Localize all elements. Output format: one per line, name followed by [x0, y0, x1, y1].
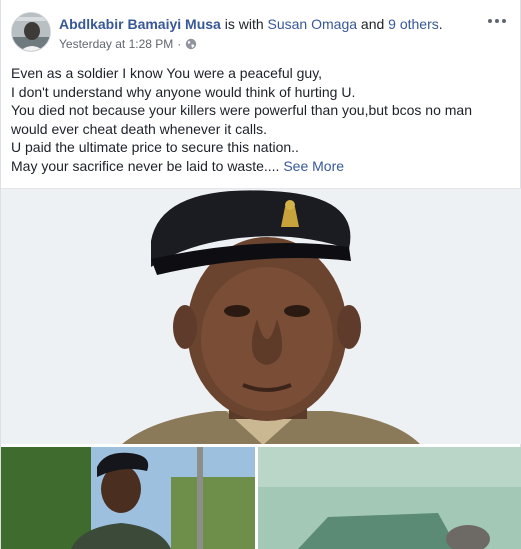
menu-dot [495, 19, 499, 23]
post-header: Abdlkabir Bamaiyi Musa is with Susan Oma… [11, 12, 511, 56]
period-text: . [438, 16, 443, 32]
message-line: You died not because your killers were p… [11, 102, 472, 118]
post-title-line: Abdlkabir Bamaiyi Musa is with Susan Oma… [59, 15, 479, 33]
tagged-person-link[interactable]: Susan Omaga [268, 16, 358, 32]
message-line: U paid the ultimate price to secure this… [11, 139, 299, 155]
message-line: Even as a soldier I know You were a peac… [11, 65, 323, 81]
post-message: Even as a soldier I know You were a peac… [11, 64, 511, 175]
facebook-post: Abdlkabir Bamaiyi Musa is with Susan Oma… [0, 0, 521, 549]
menu-dot [502, 19, 506, 23]
main-photo[interactable] [1, 188, 521, 444]
header-text: Abdlkabir Bamaiyi Musa is with Susan Oma… [59, 15, 479, 52]
globe-icon[interactable] [185, 38, 197, 50]
see-more-link[interactable]: See More [283, 158, 344, 174]
timestamp-link[interactable]: Yesterday at 1:28 PM [59, 36, 173, 52]
thumbnail-photo-1[interactable] [1, 447, 255, 549]
message-line-text: May your sacrifice never be laid to wast… [11, 157, 280, 174]
message-line-last: May your sacrifice never be laid to wast… [11, 157, 511, 176]
message-line: would ever cheat death whenever it calls… [11, 120, 268, 137]
photo-row [1, 447, 521, 549]
with-text: is with [220, 16, 268, 32]
meta-separator: · [177, 37, 182, 51]
post-meta: Yesterday at 1:28 PM · [59, 36, 479, 52]
message-line: I don't understand why anyone would thin… [11, 83, 356, 100]
and-text: and [357, 16, 389, 32]
thumbnail-photo-2[interactable] [258, 447, 521, 549]
author-avatar[interactable] [11, 12, 51, 52]
menu-dot [488, 19, 492, 23]
more-options-icon[interactable] [487, 14, 507, 28]
author-name-link[interactable]: Abdlkabir Bamaiyi Musa [59, 16, 221, 32]
others-link[interactable]: 9 others [388, 16, 439, 32]
